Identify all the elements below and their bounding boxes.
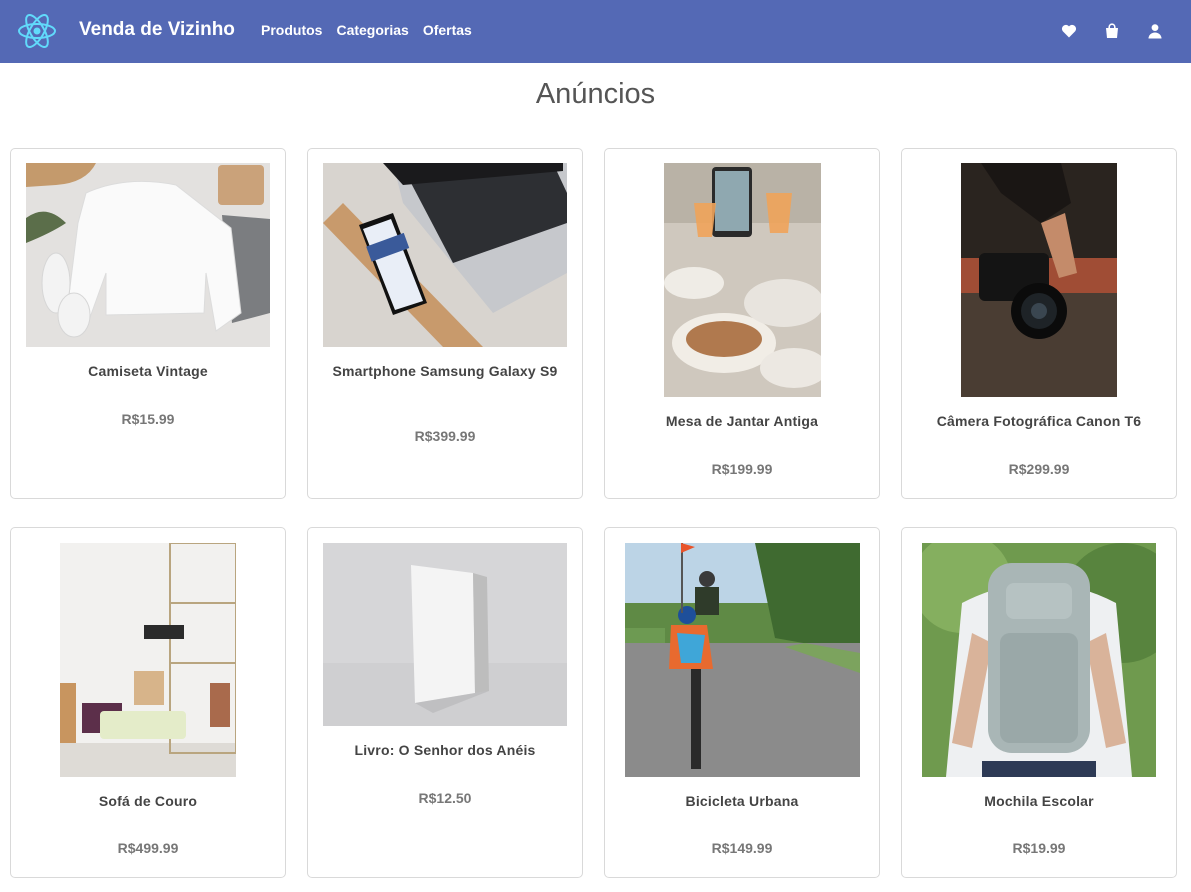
product-price: R$149.99 <box>711 840 773 856</box>
product-price: R$12.50 <box>418 790 472 806</box>
product-title[interactable]: Bicicleta Urbana <box>625 793 859 809</box>
product-title[interactable]: Mochila Escolar <box>922 793 1156 809</box>
product-card[interactable]: Sofá de Couro R$499.99 <box>10 527 286 878</box>
product-image-smartphone[interactable] <box>323 163 567 347</box>
product-title[interactable]: Mesa de Jantar Antiga <box>625 413 859 429</box>
product-image-dining-table[interactable] <box>664 163 821 397</box>
product-price: R$499.99 <box>117 840 179 856</box>
product-image-camera[interactable] <box>961 163 1117 397</box>
product-card[interactable]: Mesa de Jantar Antiga R$199.99 <box>604 148 880 499</box>
nav-link-produtos[interactable]: Produtos <box>261 22 322 38</box>
product-price: R$199.99 <box>711 461 773 477</box>
nav-link-categorias[interactable]: Categorias <box>336 22 408 38</box>
product-image-backpack[interactable] <box>922 543 1156 777</box>
product-image-living-room[interactable] <box>60 543 236 777</box>
product-title[interactable]: Camiseta Vintage <box>31 363 265 379</box>
react-logo-icon[interactable] <box>17 11 57 51</box>
product-price: R$15.99 <box>121 411 175 427</box>
nav-link-ofertas[interactable]: Ofertas <box>423 22 472 38</box>
product-image-book[interactable] <box>323 543 567 726</box>
product-price: R$19.99 <box>1012 840 1066 856</box>
product-title[interactable]: Smartphone Samsung Galaxy S9 <box>328 363 562 379</box>
product-price: R$299.99 <box>1008 461 1070 477</box>
product-title[interactable]: Livro: O Senhor dos Anéis <box>328 742 562 758</box>
product-title[interactable]: Sofá de Couro <box>31 793 265 809</box>
product-card[interactable]: Smartphone Samsung Galaxy S9 R$399.99 <box>307 148 583 499</box>
product-card[interactable]: Mochila Escolar R$19.99 <box>901 527 1177 878</box>
product-image-sweatshirt[interactable] <box>26 163 270 347</box>
heart-icon[interactable] <box>1061 23 1077 39</box>
product-price: R$399.99 <box>414 428 476 444</box>
product-card[interactable]: Livro: O Senhor dos Anéis R$12.50 <box>307 527 583 878</box>
brand-name[interactable]: Venda de Vizinho <box>79 19 235 41</box>
product-title[interactable]: Câmera Fotográfica Canon T6 <box>922 413 1156 429</box>
top-navbar: Venda de Vizinho Produtos Categorias Ofe… <box>0 0 1191 63</box>
product-card[interactable]: Câmera Fotográfica Canon T6 R$299.99 <box>901 148 1177 499</box>
product-card[interactable]: Camiseta Vintage R$15.99 <box>10 148 286 499</box>
main-nav: Produtos Categorias Ofertas <box>261 22 472 38</box>
shopping-bag-icon[interactable] <box>1104 23 1120 39</box>
page-title: Anúncios <box>535 78 656 110</box>
product-card[interactable]: Bicicleta Urbana R$149.99 <box>604 527 880 878</box>
user-icon[interactable] <box>1147 23 1163 39</box>
product-image-bicycle[interactable] <box>625 543 860 777</box>
